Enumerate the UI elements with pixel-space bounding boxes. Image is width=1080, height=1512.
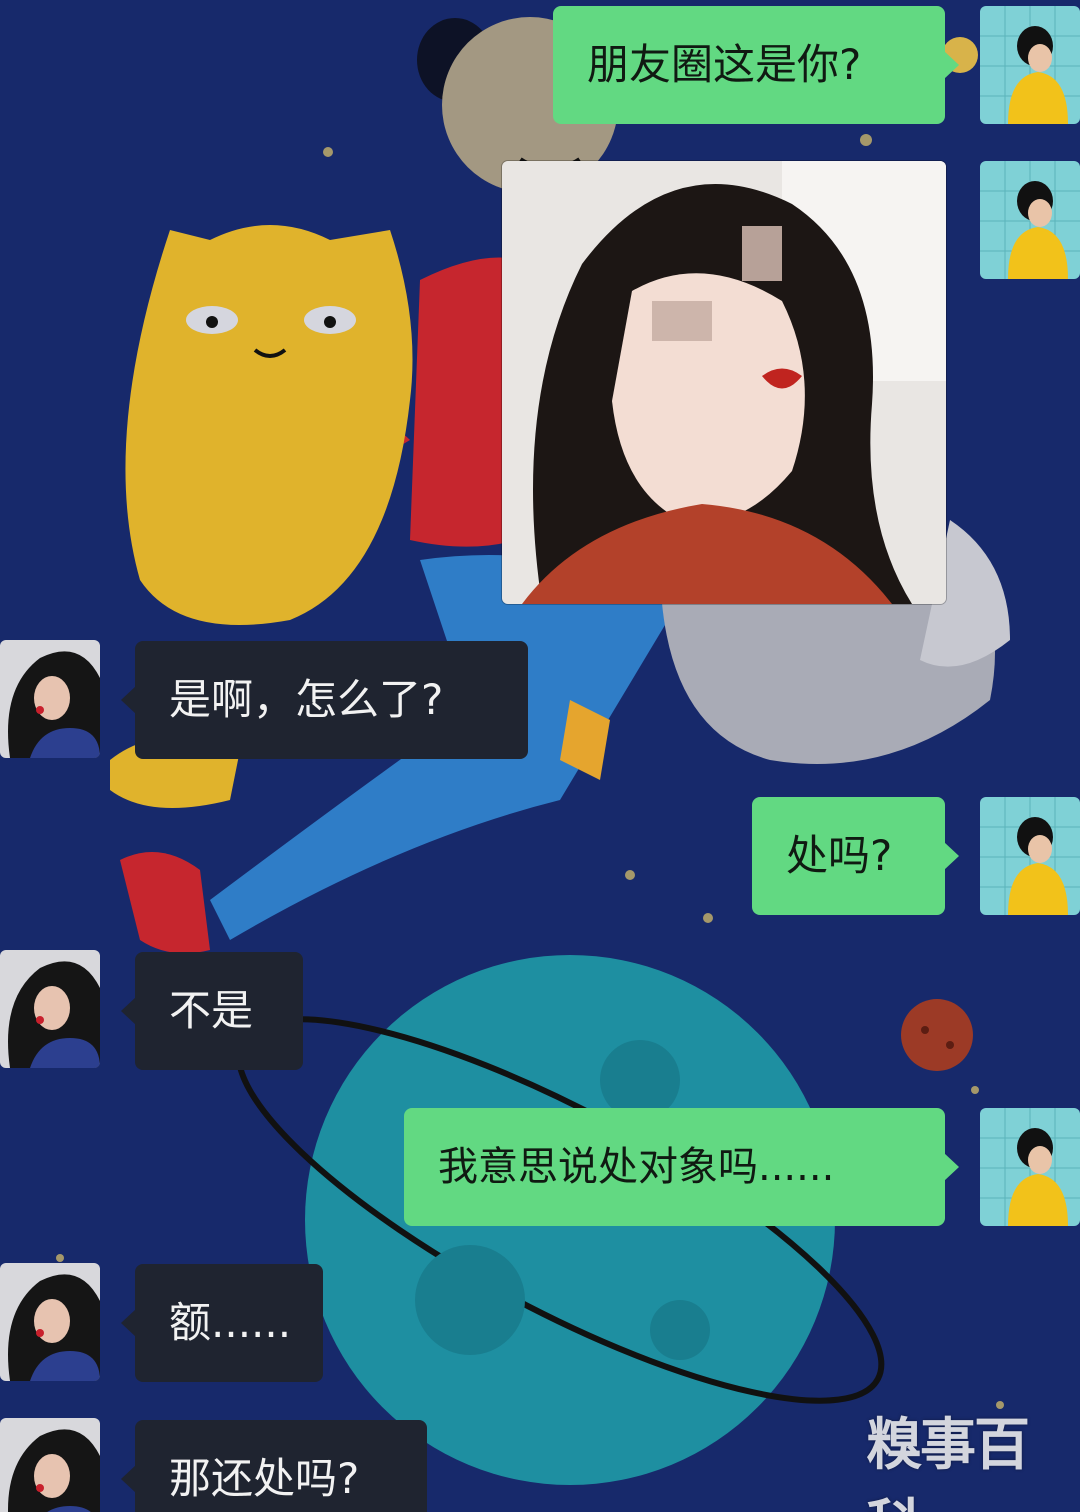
message-text: 不是 (169, 985, 254, 1035)
message-text: 额...... (169, 1297, 292, 1347)
watermark-logo: 糗事百科 (866, 1413, 1030, 1512)
boy-avatar-icon (980, 161, 1080, 279)
boy-avatar-icon (980, 1108, 1080, 1226)
message-bubble-received[interactable]: 是啊，怎么了? (121, 641, 528, 759)
message-bubble-received[interactable]: 不是 (121, 952, 303, 1070)
message-text: 处吗? (786, 830, 893, 880)
my-avatar[interactable] (980, 161, 1080, 279)
peer-avatar[interactable] (0, 640, 100, 758)
message-bubble-received[interactable]: 那还处吗? (121, 1420, 427, 1512)
message-bubble-sent[interactable]: 我意思说处对象吗...... (404, 1108, 959, 1226)
my-avatar[interactable] (980, 6, 1080, 124)
boy-avatar-icon (980, 6, 1080, 124)
message-text: 是啊，怎么了? (169, 674, 444, 724)
message-text: 那还处吗? (169, 1453, 360, 1503)
girl-avatar-icon (0, 1263, 100, 1381)
peer-avatar[interactable] (0, 1418, 100, 1512)
peer-avatar[interactable] (0, 950, 100, 1068)
chat-screen: 朋友圈这是你? 是啊，怎么了? 处吗? 不是 我意思说处对象吗...... 额.… (0, 0, 1080, 1512)
my-avatar[interactable] (980, 797, 1080, 915)
message-bubble-sent[interactable]: 处吗? (752, 797, 959, 915)
boy-avatar-icon (980, 797, 1080, 915)
girl-avatar-icon (0, 1418, 100, 1512)
message-image-sent[interactable] (502, 161, 946, 604)
girl-avatar-icon (0, 950, 100, 1068)
message-bubble-received[interactable]: 额...... (121, 1264, 323, 1382)
peer-avatar[interactable] (0, 1263, 100, 1381)
selfie-photo-icon (502, 161, 946, 604)
girl-avatar-icon (0, 640, 100, 758)
message-text: 我意思说处对象吗...... (438, 1144, 835, 1190)
message-bubble-sent[interactable]: 朋友圈这是你? (553, 6, 959, 124)
message-text: 朋友圈这是你? (587, 39, 862, 89)
my-avatar[interactable] (980, 1108, 1080, 1226)
